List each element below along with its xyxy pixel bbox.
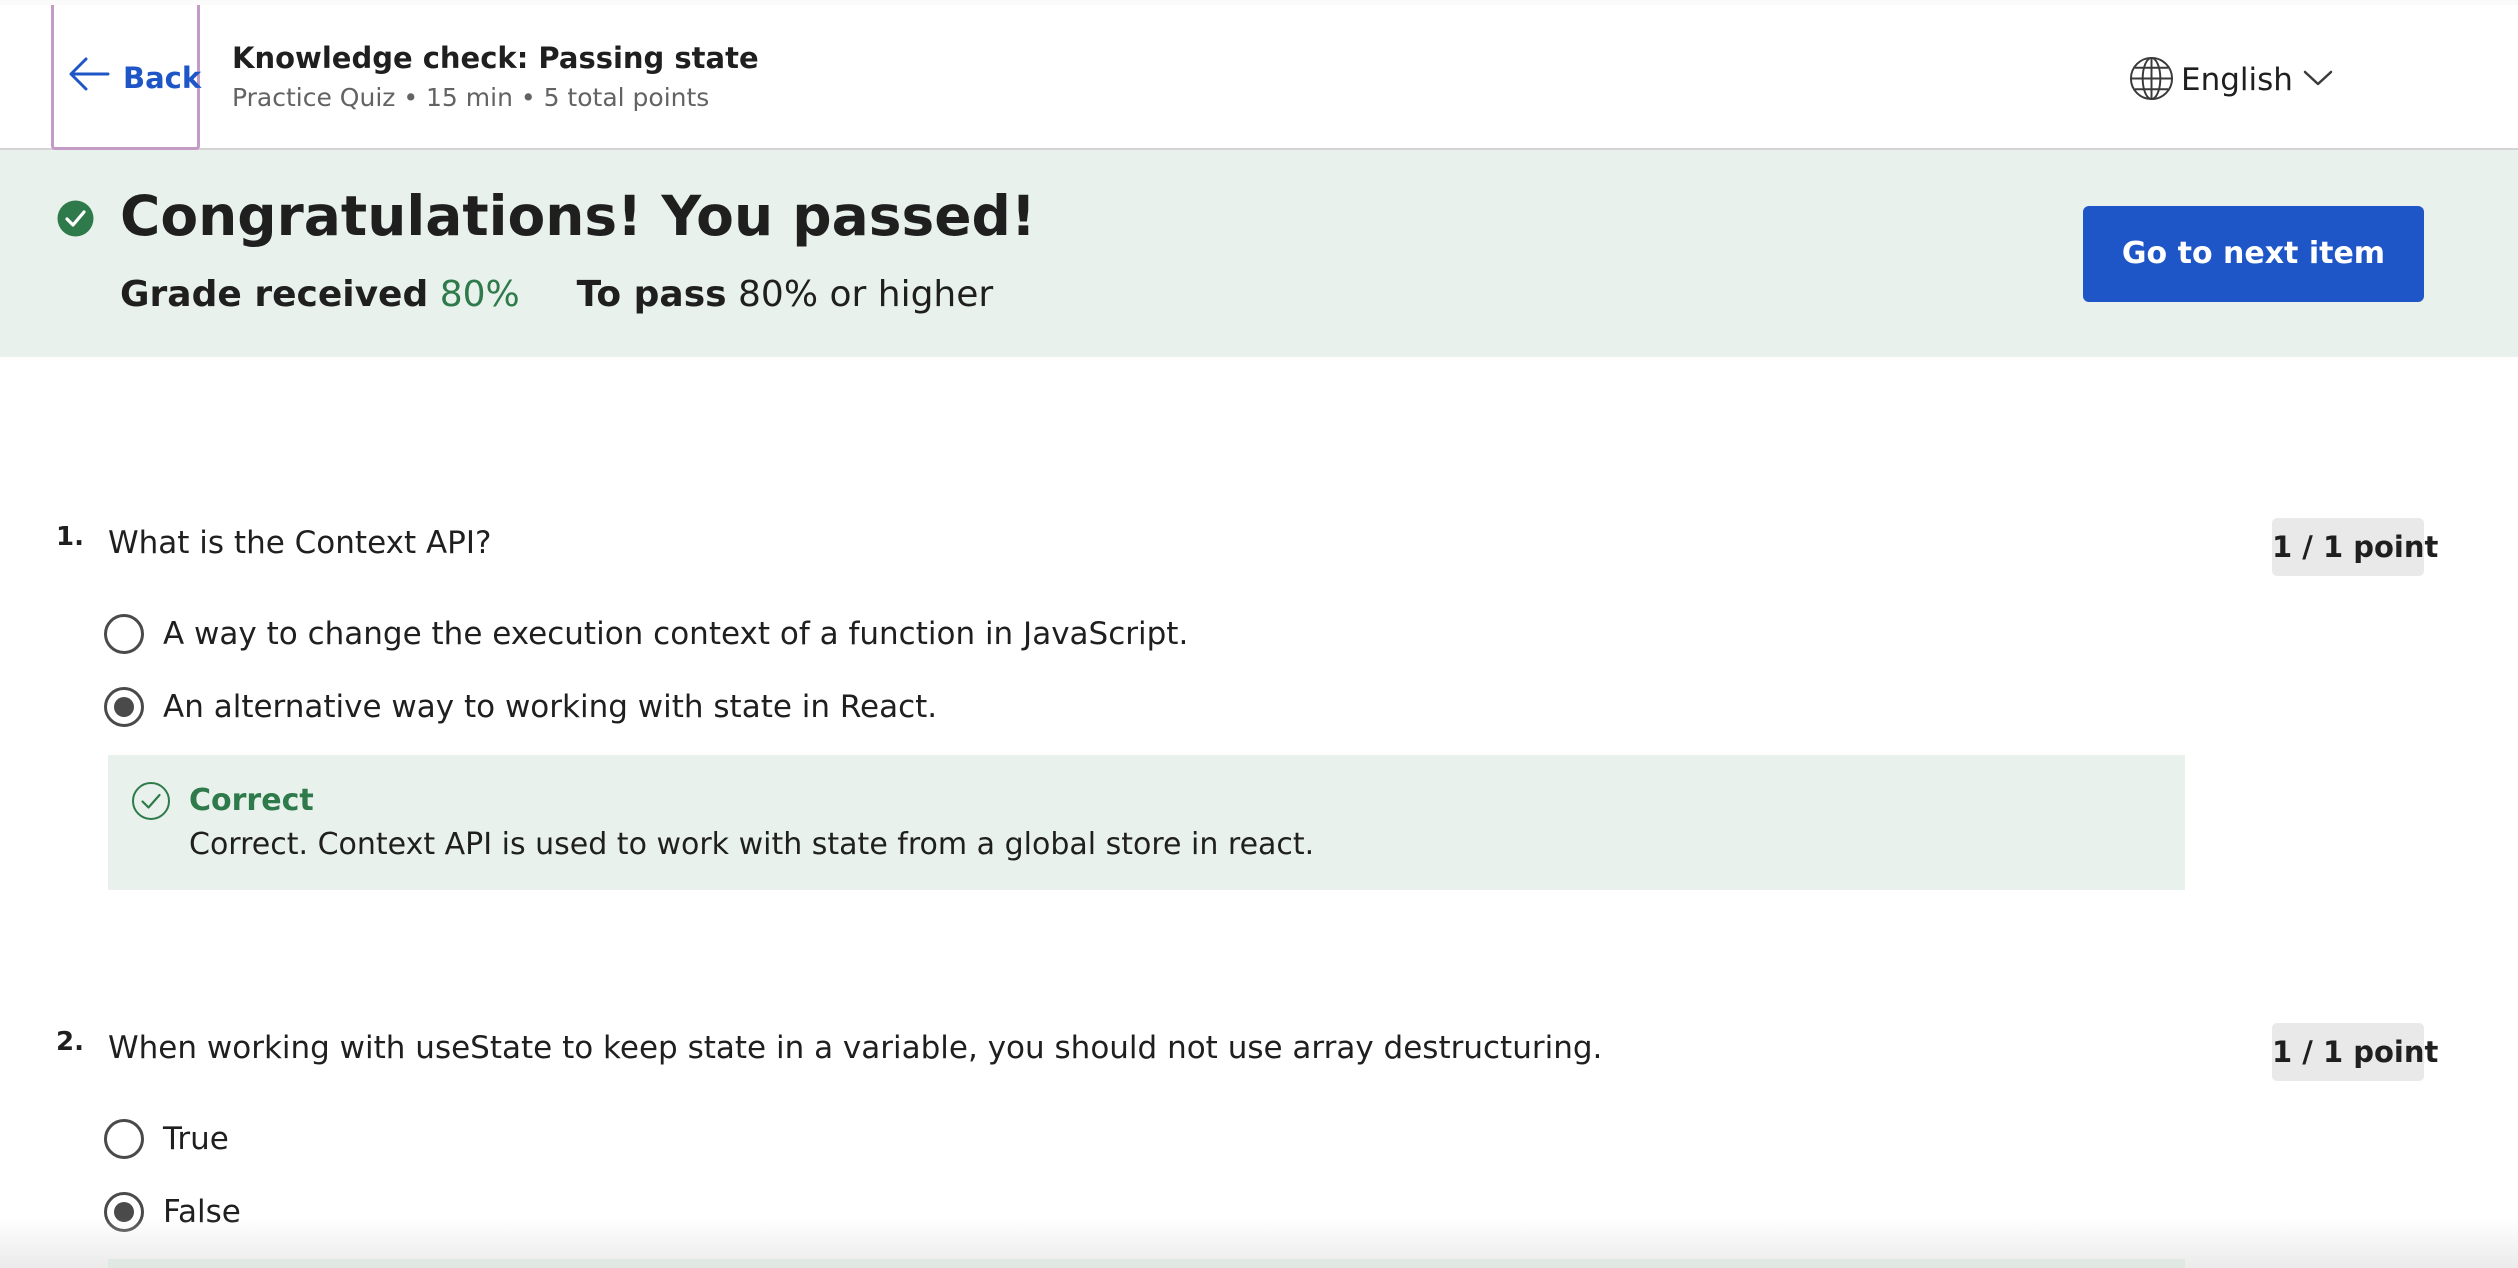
result-banner: Congratulations! You passed! Grade recei… — [0, 150, 2518, 357]
grade-value: 80% — [439, 274, 520, 315]
feedback-title: Correct — [189, 783, 314, 818]
grade-summary: Grade received 80% To pass 80% or higher — [120, 274, 993, 315]
back-button[interactable]: Back — [51, 5, 202, 150]
question-text: When working with useState to keep state… — [108, 1030, 1603, 1066]
language-label: English — [2181, 62, 2293, 98]
feedback-text: Correct. Context API is used to work wit… — [189, 827, 1315, 862]
back-label: Back — [123, 61, 202, 95]
check-circle-filled-icon — [57, 200, 94, 237]
quiz-header: Back Knowledge check: Passing state Prac… — [0, 5, 2518, 150]
arrow-left-icon — [68, 56, 110, 96]
feedback-panel: Correct Correct. Context API is used to … — [108, 755, 2185, 890]
grade-label: Grade received — [120, 274, 429, 315]
answer-option[interactable]: True — [104, 1117, 229, 1161]
radio-button[interactable] — [104, 1119, 144, 1159]
globe-icon — [2128, 55, 2175, 106]
check-circle-outline-icon — [131, 781, 171, 825]
answer-option[interactable]: An alternative way to working with state… — [104, 685, 937, 729]
quiz-meta: Practice Quiz • 15 min • 5 total points — [232, 83, 710, 112]
points-badge: 1 / 1 point — [2272, 1023, 2438, 1081]
next-item-button[interactable]: Go to next item — [2083, 206, 2424, 302]
pass-value: 80% or higher — [738, 274, 994, 315]
question-number: 1. — [56, 522, 84, 552]
chevron-down-icon — [2303, 69, 2333, 91]
radio-button-selected[interactable] — [104, 687, 144, 727]
quiz-title: Knowledge check: Passing state — [232, 41, 759, 75]
option-label: An alternative way to working with state… — [163, 689, 938, 725]
pass-label: To pass — [576, 274, 727, 315]
question-number: 2. — [56, 1027, 84, 1057]
option-label: A way to change the execution context of… — [163, 616, 1189, 652]
radio-button[interactable] — [104, 614, 144, 654]
feedback-panel-edge — [108, 1259, 2185, 1268]
answer-option[interactable]: A way to change the execution context of… — [104, 612, 1188, 656]
result-title: Congratulations! You passed! — [120, 184, 1036, 248]
points-badge: 1 / 1 point — [2272, 518, 2438, 576]
question-text: What is the Context API? — [108, 525, 492, 561]
language-selector[interactable]: English — [2128, 55, 2333, 105]
option-label: True — [163, 1121, 229, 1157]
